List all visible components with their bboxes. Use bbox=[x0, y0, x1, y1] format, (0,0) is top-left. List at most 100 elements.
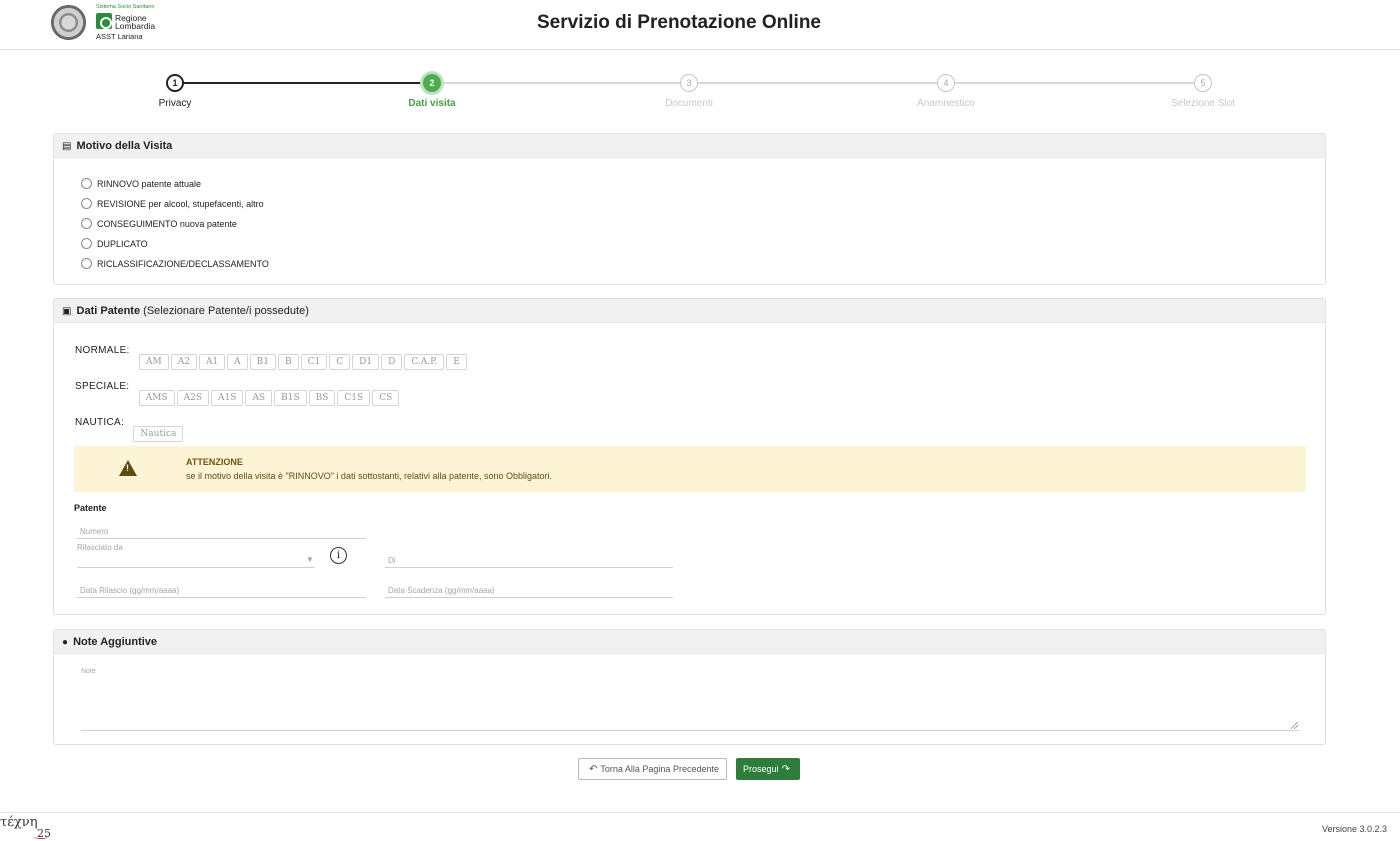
speciale-chip-bs[interactable]: BS bbox=[308, 390, 336, 406]
nautica-row: NAUTICA: Nautica bbox=[75, 415, 185, 442]
step-label: Dati visita bbox=[408, 98, 456, 109]
note-aggiuntive-panel: ● Note Aggiuntive Note bbox=[53, 629, 1326, 745]
radio-duplicato[interactable]: DUPLICATO bbox=[81, 238, 148, 249]
panel-subtitle: (Selezionare Patente/i possedute) bbox=[143, 305, 309, 317]
reply-arrow-icon: ↶ bbox=[589, 764, 598, 775]
radio-label: RICLASSIFICAZIONE/DECLASSAMENTO bbox=[97, 259, 269, 269]
normale-chip-a1[interactable]: A1 bbox=[198, 354, 226, 370]
app-header: Sistema Socio Sanitario Regione Lombardi… bbox=[0, 0, 1400, 50]
speciale-label: SPECIALE: bbox=[75, 381, 130, 392]
di-placeholder: Di bbox=[388, 556, 396, 565]
next-button[interactable]: Prosegui ↷ bbox=[736, 758, 800, 780]
data-scadenza-placeholder: Data Scadenza (gg/mm/aaaa) bbox=[388, 586, 495, 595]
id-card-icon: ▣ bbox=[62, 306, 72, 317]
normale-chips: AM A2 A1 A B1 B C1 C D1 D C.A.P. E bbox=[138, 354, 469, 370]
notes-placeholder: Note bbox=[81, 668, 96, 675]
share-arrow-icon: ↷ bbox=[781, 764, 790, 775]
nautica-chips: Nautica bbox=[133, 426, 185, 442]
step-documenti: 3 Documenti bbox=[569, 70, 809, 109]
caret-down-icon: ▼ bbox=[306, 555, 314, 564]
radio-button[interactable] bbox=[81, 178, 92, 189]
version-text: Versione 3.0.2.3 bbox=[1321, 824, 1387, 834]
panel-title: Dati Patente bbox=[76, 305, 141, 317]
panel-title: Note Aggiuntive bbox=[73, 636, 158, 648]
step-number: 1 bbox=[166, 74, 184, 92]
radio-label: DUPLICATO bbox=[97, 239, 148, 249]
notes-textarea[interactable] bbox=[81, 664, 1299, 731]
panel-header: ● Note Aggiuntive bbox=[54, 630, 1325, 654]
normale-chip-am[interactable]: AM bbox=[138, 354, 169, 370]
di-field[interactable]: Di bbox=[385, 552, 673, 568]
step-label: Documenti bbox=[665, 98, 713, 109]
numero-field[interactable]: Numero bbox=[77, 523, 366, 539]
radio-button[interactable] bbox=[81, 258, 92, 269]
speciale-chip-as[interactable]: AS bbox=[245, 390, 273, 406]
normale-chip-d[interactable]: D bbox=[381, 354, 403, 370]
patente-section-label: Patente bbox=[74, 503, 107, 513]
alert-title: ATTENZIONE bbox=[186, 457, 243, 467]
comment-icon: ● bbox=[62, 637, 69, 648]
radio-revisione[interactable]: REVISIONE per alcool, stupefacenti, altr… bbox=[81, 198, 264, 209]
numero-placeholder: Numero bbox=[80, 527, 109, 536]
step-number: 2 bbox=[423, 74, 441, 92]
info-icon[interactable]: i bbox=[330, 547, 347, 564]
radio-rinnovo[interactable]: RINNOVO patente attuale bbox=[81, 178, 201, 189]
speciale-row: SPECIALE: AMS A2S A1S AS B1S BS C1S CS bbox=[75, 379, 401, 406]
normale-chip-c1[interactable]: C1 bbox=[300, 354, 328, 370]
data-rilascio-field[interactable]: Data Rilascio (gg/mm/aaaa) bbox=[77, 582, 366, 598]
techne-logo: τέχνη bbox=[0, 815, 38, 830]
normale-chip-a[interactable]: A bbox=[227, 354, 248, 370]
normale-chip-cap[interactable]: C.A.P. bbox=[404, 354, 445, 370]
step-number: 3 bbox=[680, 74, 698, 92]
data-scadenza-field[interactable]: Data Scadenza (gg/mm/aaaa) bbox=[385, 582, 673, 598]
panel-title: Motivo della Visita bbox=[76, 140, 173, 152]
techne-anniversary-badge: 25 bbox=[34, 827, 51, 840]
nautica-label: NAUTICA: bbox=[75, 417, 125, 428]
radio-label: REVISIONE per alcool, stupefacenti, altr… bbox=[97, 199, 264, 209]
warning-icon bbox=[119, 460, 137, 476]
nautica-chip-nautica[interactable]: Nautica bbox=[133, 426, 184, 442]
motivo-visita-panel: ▤ Motivo della Visita RINNOVO patente at… bbox=[53, 133, 1326, 285]
panel-header: ▤ Motivo della Visita bbox=[54, 134, 1325, 158]
step-dati-visita[interactable]: 2 Dati visita bbox=[312, 70, 552, 109]
radio-riclassificazione[interactable]: RICLASSIFICAZIONE/DECLASSAMENTO bbox=[81, 258, 269, 269]
radio-button[interactable] bbox=[81, 238, 92, 249]
radio-button[interactable] bbox=[81, 198, 92, 209]
clipboard-icon: ▤ bbox=[62, 141, 72, 152]
normale-chip-c[interactable]: C bbox=[329, 354, 351, 370]
normale-label: NORMALE: bbox=[75, 345, 130, 356]
step-selezione-slot: 5 Selezione Slot bbox=[1083, 70, 1323, 109]
warning-alert: ATTENZIONE se il motivo della visita è "… bbox=[74, 446, 1306, 492]
data-rilascio-placeholder: Data Rilascio (gg/mm/aaaa) bbox=[80, 586, 180, 595]
step-label: Anamnestico bbox=[917, 98, 975, 109]
radio-label: CONSEGUIMENTO nuova patente bbox=[97, 219, 237, 229]
speciale-chip-c1s[interactable]: C1S bbox=[337, 390, 371, 406]
panel-header: ▣ Dati Patente (Selezionare Patente/i po… bbox=[54, 299, 1325, 323]
dati-patente-panel: ▣ Dati Patente (Selezionare Patente/i po… bbox=[53, 298, 1326, 615]
step-privacy[interactable]: 1 Privacy bbox=[55, 70, 295, 109]
step-number: 5 bbox=[1194, 74, 1212, 92]
normale-row: NORMALE: AM A2 A1 A B1 B C1 C D1 D C.A.P. E bbox=[75, 343, 469, 370]
rilasciato-da-select[interactable]: ▼ bbox=[77, 552, 315, 568]
speciale-chip-cs[interactable]: CS bbox=[372, 390, 400, 406]
radio-button[interactable] bbox=[81, 218, 92, 229]
step-label: Privacy bbox=[158, 98, 192, 109]
speciale-chip-ams[interactable]: AMS bbox=[138, 390, 175, 406]
radio-label: RINNOVO patente attuale bbox=[97, 179, 202, 189]
normale-chip-d1[interactable]: D1 bbox=[352, 354, 380, 370]
normale-chip-b1[interactable]: B1 bbox=[249, 354, 277, 370]
next-button-label: Prosegui bbox=[743, 764, 779, 774]
normale-chip-a2[interactable]: A2 bbox=[170, 354, 197, 370]
speciale-chips: AMS A2S A1S AS B1S BS C1S CS bbox=[138, 390, 402, 406]
normale-chip-e[interactable]: E bbox=[446, 354, 467, 370]
back-button[interactable]: ↶ Torna Alla Pagina Precedente bbox=[578, 758, 727, 780]
speciale-chip-a1s[interactable]: A1S bbox=[211, 390, 244, 406]
page-title: Servizio di Prenotazione Online bbox=[537, 12, 821, 33]
speciale-chip-a2s[interactable]: A2S bbox=[176, 390, 210, 406]
back-button-label: Torna Alla Pagina Precedente bbox=[600, 764, 719, 774]
radio-conseguimento[interactable]: CONSEGUIMENTO nuova patente bbox=[81, 218, 237, 229]
speciale-chip-b1s[interactable]: B1S bbox=[274, 390, 307, 406]
normale-chip-b[interactable]: B bbox=[278, 354, 299, 370]
step-number: 4 bbox=[937, 74, 955, 92]
resize-handle-icon[interactable] bbox=[1291, 722, 1298, 729]
